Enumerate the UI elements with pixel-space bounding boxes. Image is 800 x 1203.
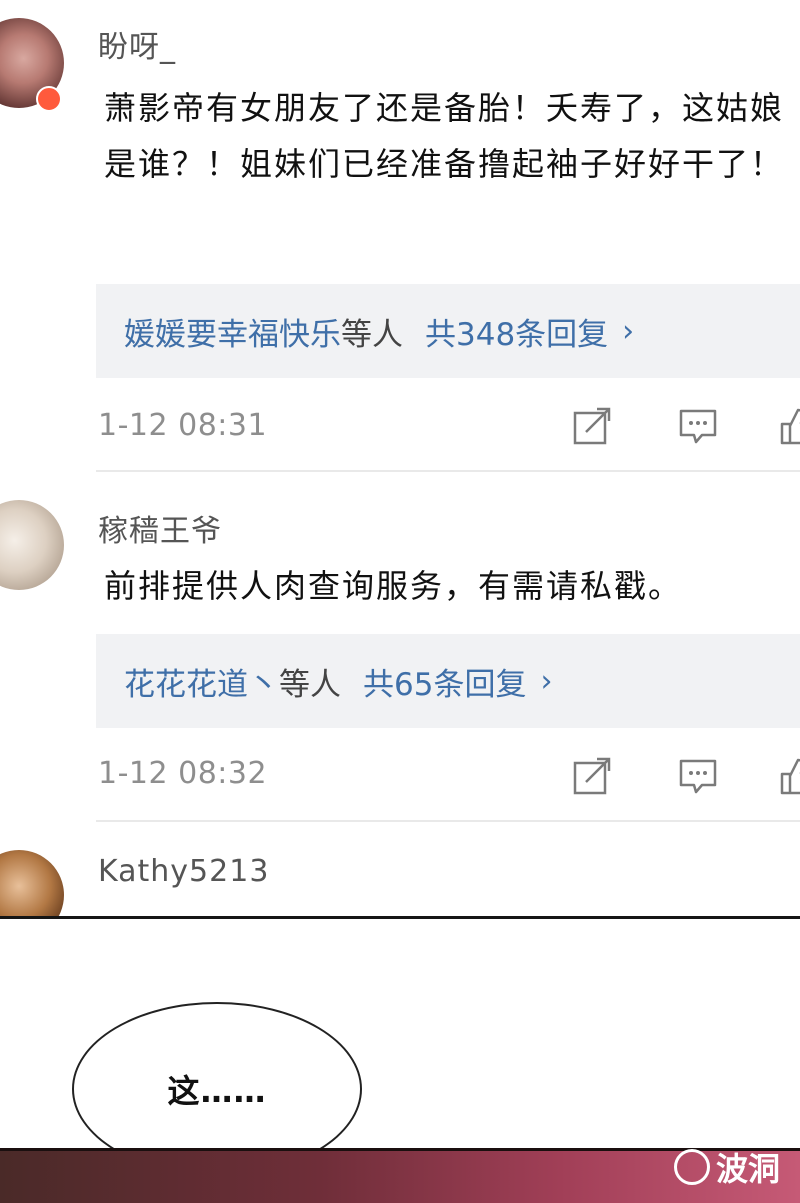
reply-suffix: 等人 bbox=[341, 316, 403, 353]
reply-summary[interactable]: 媛媛要幸福快乐 等人 共348条回复 › bbox=[96, 284, 800, 378]
watermark-logo-icon bbox=[673, 1149, 710, 1185]
divider bbox=[96, 820, 800, 822]
reply-summary[interactable]: 花花花道丶 等人 共65条回复 › bbox=[96, 634, 800, 728]
comment-icon[interactable] bbox=[678, 406, 718, 446]
like-icon[interactable] bbox=[778, 406, 800, 446]
share-icon[interactable] bbox=[572, 756, 612, 796]
comment-text: 萧影帝有女朋友了还是备胎！夭寿了，这姑娘是谁？！姐妹们已经准备撸起袖子好好干了！ bbox=[104, 89, 785, 183]
comment-panel: 盼呀_ 萧影帝有女朋友了还是备胎！夭寿了，这姑娘是谁？！姐妹们已经准备撸起袖子好… bbox=[0, 0, 800, 919]
comment-username[interactable]: 稼穑王爷 bbox=[98, 506, 222, 550]
chevron-right-icon: › bbox=[622, 313, 635, 349]
divider bbox=[96, 470, 800, 472]
comment-time: 1-12 08:31 bbox=[98, 408, 268, 443]
comment-username[interactable]: Kathy5213 bbox=[98, 854, 269, 889]
avatar[interactable] bbox=[0, 850, 64, 916]
badge-icon bbox=[36, 86, 62, 112]
reply-count[interactable]: 共65条回复 bbox=[363, 659, 526, 704]
comment-icon[interactable] bbox=[678, 756, 718, 796]
reply-count[interactable]: 共348条回复 bbox=[425, 309, 608, 354]
share-icon[interactable] bbox=[572, 406, 612, 446]
comment-username[interactable]: 盼呀_ bbox=[98, 22, 176, 66]
chevron-right-icon: › bbox=[540, 663, 553, 699]
avatar[interactable] bbox=[0, 500, 64, 590]
comment-text: 前排提供人肉查询服务，有需请私戳。 bbox=[104, 567, 683, 605]
reply-suffix: 等人 bbox=[279, 666, 341, 703]
like-icon[interactable] bbox=[778, 756, 800, 796]
watermark: 波洞 bbox=[673, 1144, 780, 1190]
reply-users[interactable]: 花花花道丶 bbox=[124, 659, 279, 704]
reply-users[interactable]: 媛媛要幸福快乐 bbox=[124, 309, 341, 354]
speech-bubble-text: 这…… bbox=[167, 1072, 267, 1110]
comment-time: 1-12 08:32 bbox=[98, 756, 268, 791]
watermark-text: 波洞 bbox=[715, 1150, 780, 1188]
